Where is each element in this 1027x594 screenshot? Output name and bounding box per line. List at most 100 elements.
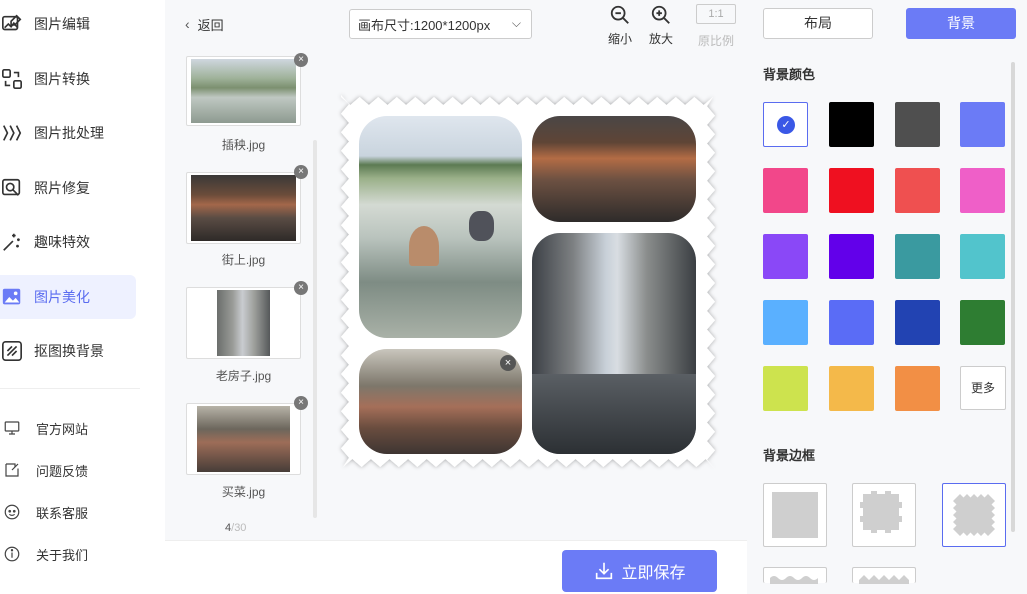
collage-photo-street[interactable]: [532, 116, 696, 222]
remove-thumbnail-button[interactable]: ×: [294, 281, 308, 295]
color-swatch[interactable]: [960, 234, 1005, 279]
zoom-in-label: 放大: [648, 32, 673, 46]
link-label: 官方网站: [36, 421, 89, 437]
sidebar-item-cutout[interactable]: 抠图换背景: [0, 329, 136, 373]
figure-shape: [409, 226, 439, 266]
zoom-out-label: 缩小: [607, 32, 632, 46]
border-option-notched[interactable]: [852, 483, 916, 547]
thumbnail-name: 街上.jpg: [221, 253, 266, 267]
cutout-background-icon: [0, 339, 24, 363]
color-swatch[interactable]: [895, 168, 940, 213]
sidebar-item-photo-repair[interactable]: 照片修复: [0, 166, 136, 210]
collage-photo-old-house[interactable]: [532, 233, 696, 454]
color-swatch[interactable]: [895, 102, 940, 147]
bg-border-title: 背景边框: [763, 448, 816, 463]
monitor-icon: [0, 416, 24, 440]
thumbnail-rice-planting[interactable]: [186, 56, 301, 126]
sidebar: 图片编辑 图片转换 图片批处理 照片修复 趣味特效 图片美化 抠图换背景 官方网…: [0, 0, 145, 594]
stamp-border-icon: [953, 494, 995, 536]
thumbnail-scrollbar[interactable]: [313, 140, 317, 518]
color-swatch[interactable]: [763, 234, 808, 279]
more-colors-button[interactable]: 更多: [960, 366, 1006, 410]
info-icon: [0, 542, 24, 566]
thumbnail-buying-food[interactable]: [186, 403, 301, 475]
batch-process-icon: [0, 121, 24, 145]
color-swatch[interactable]: [960, 300, 1005, 345]
thumbnail-image: [191, 59, 296, 123]
color-swatch[interactable]: [763, 366, 808, 411]
color-swatch[interactable]: [829, 168, 874, 213]
ratio-box: 1:1: [696, 4, 736, 24]
support-icon: [0, 500, 24, 524]
save-button[interactable]: 立即保存: [562, 550, 717, 592]
sidebar-item-label: 图片转换: [34, 71, 90, 87]
color-swatch[interactable]: [763, 168, 808, 213]
original-ratio-button[interactable]: 1:1 原比例: [696, 4, 736, 49]
thumbnail-name: 老房子.jpg: [215, 369, 272, 383]
canvas-size-select[interactable]: 画布尺寸:1200*1200px ⌵: [349, 9, 532, 39]
page-total: 30: [234, 522, 247, 534]
link-label: 联系客服: [36, 505, 89, 521]
color-swatch[interactable]: ✓: [763, 102, 808, 147]
color-swatch[interactable]: [895, 300, 940, 345]
border-option-wave[interactable]: [763, 567, 827, 584]
border-option-plain[interactable]: [763, 483, 827, 547]
plain-border-icon: [772, 492, 818, 538]
back-button[interactable]: ‹ 返回: [185, 14, 224, 34]
color-swatch[interactable]: [829, 300, 874, 345]
sidebar-item-batch[interactable]: 图片批处理: [0, 111, 136, 155]
save-label: 立即保存: [621, 565, 686, 582]
color-swatch[interactable]: [895, 366, 940, 411]
link-support[interactable]: 联系客服: [0, 500, 88, 524]
sidebar-item-image-convert[interactable]: 图片转换: [0, 57, 136, 101]
remove-thumbnail-button[interactable]: ×: [294, 53, 308, 67]
thumbnail-image: [217, 290, 270, 356]
image-convert-icon: [0, 67, 24, 91]
remove-thumbnail-button[interactable]: ×: [294, 165, 308, 179]
sparkle-effects-icon: [0, 230, 24, 254]
tab-background[interactable]: 背景: [906, 8, 1016, 39]
remove-photo-button[interactable]: ×: [500, 355, 516, 371]
collage-photo-buying-food[interactable]: ×: [359, 349, 522, 454]
color-swatch[interactable]: [763, 300, 808, 345]
link-label: 问题反馈: [36, 463, 89, 479]
sidebar-item-beautify[interactable]: 图片美化: [0, 275, 136, 319]
color-swatch[interactable]: [829, 234, 874, 279]
color-swatch[interactable]: [960, 102, 1005, 147]
ground-shape: [532, 374, 696, 454]
sidebar-divider: [0, 388, 140, 389]
sidebar-item-label: 图片美化: [34, 289, 90, 305]
sidebar-item-label: 抠图换背景: [34, 343, 104, 359]
sidebar-item-effects[interactable]: 趣味特效: [0, 220, 136, 264]
link-official-site[interactable]: 官方网站: [0, 416, 88, 440]
notched-border-icon: [860, 491, 902, 533]
collage-photo-rice-planting[interactable]: [359, 116, 522, 338]
panel-scrollbar[interactable]: [1011, 62, 1015, 532]
border-option-zigzag[interactable]: [852, 567, 916, 584]
canvas-size-value: 画布尺寸:1200*1200px: [358, 17, 491, 33]
border-option-stamp[interactable]: [942, 483, 1006, 547]
zoom-out-icon: [610, 5, 629, 24]
thumbnail-name: 买菜.jpg: [221, 485, 266, 499]
tab-layout[interactable]: 布局: [763, 8, 873, 39]
check-icon: ✓: [777, 116, 795, 134]
thumbnail-old-house[interactable]: [186, 287, 301, 359]
ratio-label: 原比例: [697, 34, 734, 48]
thumbnail-street[interactable]: [186, 172, 301, 244]
wave-border-icon: [770, 576, 818, 584]
color-swatch[interactable]: [829, 366, 874, 411]
link-about[interactable]: 关于我们: [0, 542, 88, 566]
color-swatch[interactable]: [960, 168, 1005, 213]
color-swatch[interactable]: [895, 234, 940, 279]
zoom-out-button[interactable]: 缩小: [602, 4, 638, 47]
sidebar-item-label: 照片修复: [34, 180, 90, 196]
zoom-in-button[interactable]: 放大: [643, 4, 679, 47]
link-feedback[interactable]: 问题反馈: [0, 458, 88, 482]
image-beautify-icon: [0, 285, 24, 309]
sidebar-item-image-edit[interactable]: 图片编辑: [0, 2, 136, 46]
zoom-in-icon: [651, 5, 670, 24]
remove-thumbnail-button[interactable]: ×: [294, 396, 308, 410]
color-swatch[interactable]: [829, 102, 874, 147]
sidebar-item-label: 趣味特效: [34, 234, 90, 250]
download-icon: [596, 562, 613, 580]
